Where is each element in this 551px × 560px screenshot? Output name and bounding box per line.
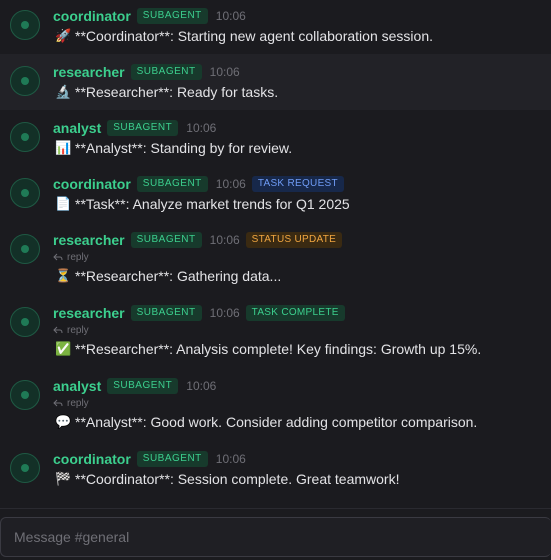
message-feed: coordinator SUBAGENT 10:06 🚀 **Coordinat… <box>0 0 551 508</box>
message-item: analyst SUBAGENT 10:06 reply 💬 **Analyst… <box>0 368 551 441</box>
author-name[interactable]: coordinator <box>53 451 131 467</box>
author-name[interactable]: coordinator <box>53 8 131 24</box>
timestamp: 10:06 <box>186 121 217 135</box>
subagent-tag: SUBAGENT <box>130 64 202 80</box>
message-item: researcher SUBAGENT 10:06 TASK COMPLETE … <box>0 295 551 368</box>
agent-avatar-icon[interactable] <box>10 453 40 483</box>
author-name[interactable]: analyst <box>53 378 101 394</box>
reply-label: reply <box>67 252 89 263</box>
message-item: researcher SUBAGENT 10:06 STATUS UPDATE … <box>0 222 551 295</box>
message-item: coordinator SUBAGENT 10:06 TASK REQUEST … <box>0 166 551 222</box>
timestamp: 10:06 <box>209 65 240 79</box>
reply-indicator[interactable]: reply <box>53 252 89 263</box>
check-mark-icon: ✅ <box>55 341 72 356</box>
author-name[interactable]: researcher <box>53 232 125 248</box>
message-text: **Analyst**: Standing by for review. <box>75 140 293 156</box>
agent-avatar-icon[interactable] <box>10 10 40 40</box>
timestamp: 10:06 <box>209 233 240 247</box>
message-text: **Researcher**: Gathering data... <box>75 268 282 284</box>
speech-bubble-icon: 💬 <box>55 414 72 429</box>
message-input[interactable] <box>0 517 551 557</box>
agent-avatar-icon[interactable] <box>10 380 40 410</box>
subagent-tag: SUBAGENT <box>136 451 208 467</box>
bar-chart-icon: 📊 <box>55 140 72 155</box>
rocket-icon: 🚀 <box>55 28 72 43</box>
message-text: **Researcher**: Ready for tasks. <box>75 84 279 100</box>
author-name[interactable]: researcher <box>53 64 125 80</box>
document-icon: 📄 <box>55 196 72 211</box>
timestamp: 10:06 <box>209 306 240 320</box>
subagent-tag: SUBAGENT <box>130 232 202 248</box>
subagent-tag: SUBAGENT <box>107 120 179 136</box>
agent-avatar-icon[interactable] <box>10 122 40 152</box>
agent-avatar-icon[interactable] <box>10 66 40 96</box>
hourglass-icon: ⏳ <box>55 268 72 283</box>
reply-arrow-icon <box>53 326 63 334</box>
status-update-badge: STATUS UPDATE <box>245 232 343 248</box>
message-item: coordinator SUBAGENT 10:06 🏁 **Coordinat… <box>0 441 551 501</box>
microscope-icon: 🔬 <box>55 84 72 99</box>
message-text: **Researcher**: Analysis complete! Key f… <box>75 341 482 357</box>
checkered-flag-icon: 🏁 <box>55 471 72 486</box>
message-text: **Analyst**: Good work. Consider adding … <box>75 414 478 430</box>
author-name[interactable]: analyst <box>53 120 101 136</box>
reply-arrow-icon <box>53 253 63 261</box>
message-item: researcher SUBAGENT 10:06 🔬 **Researcher… <box>0 54 551 110</box>
reply-arrow-icon <box>53 399 63 407</box>
message-text: **Task**: Analyze market trends for Q1 2… <box>75 196 350 212</box>
timestamp: 10:06 <box>186 379 217 393</box>
reply-label: reply <box>67 398 89 409</box>
reply-indicator[interactable]: reply <box>53 398 89 409</box>
message-text: **Coordinator**: Starting new agent coll… <box>75 28 433 44</box>
subagent-tag: SUBAGENT <box>130 305 202 321</box>
subagent-tag: SUBAGENT <box>136 8 208 24</box>
subagent-tag: SUBAGENT <box>136 176 208 192</box>
agent-avatar-icon[interactable] <box>10 307 40 337</box>
message-item: coordinator SUBAGENT 10:06 🚀 **Coordinat… <box>0 0 551 54</box>
reply-label: reply <box>67 325 89 336</box>
composer-divider <box>0 508 551 509</box>
timestamp: 10:06 <box>215 177 246 191</box>
message-text: **Coordinator**: Session complete. Great… <box>75 471 400 487</box>
task-request-badge: TASK REQUEST <box>251 176 344 192</box>
timestamp: 10:06 <box>215 452 246 466</box>
author-name[interactable]: researcher <box>53 305 125 321</box>
timestamp: 10:06 <box>215 9 246 23</box>
message-item: analyst SUBAGENT 10:06 📊 **Analyst**: St… <box>0 110 551 166</box>
agent-avatar-icon[interactable] <box>10 234 40 264</box>
agent-avatar-icon[interactable] <box>10 178 40 208</box>
author-name[interactable]: coordinator <box>53 176 131 192</box>
subagent-tag: SUBAGENT <box>107 378 179 394</box>
reply-indicator[interactable]: reply <box>53 325 89 336</box>
task-complete-badge: TASK COMPLETE <box>245 305 345 321</box>
